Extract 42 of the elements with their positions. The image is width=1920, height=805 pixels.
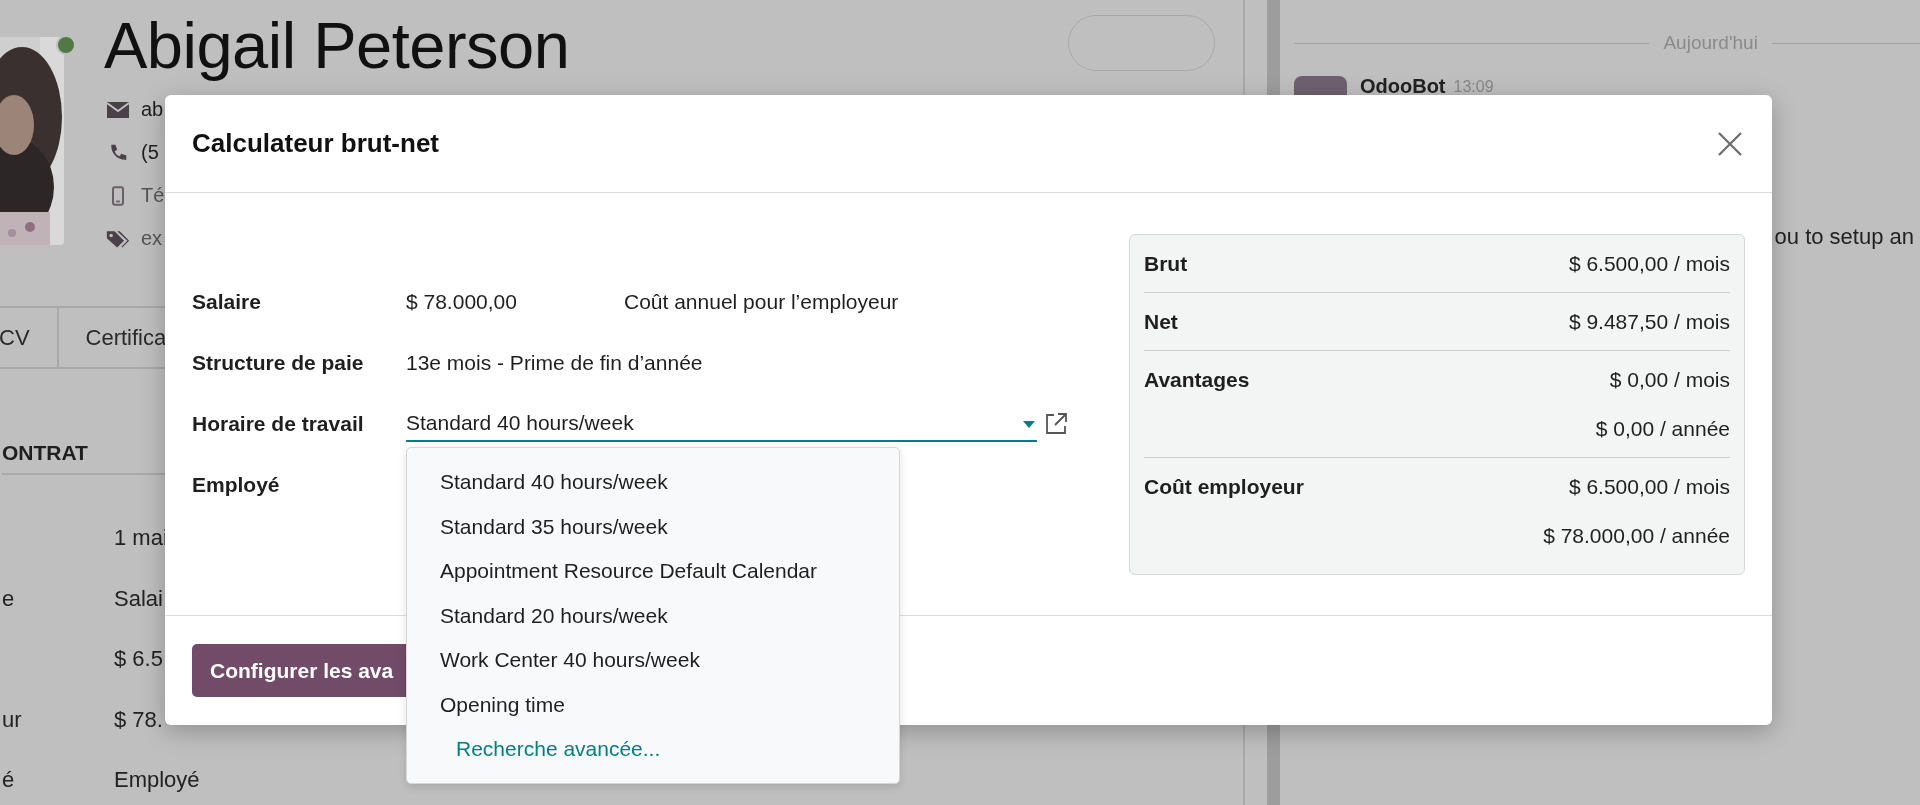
message-text: ou to setup an bbox=[1774, 224, 1914, 250]
summary-value: $ 6.500,00 / mois bbox=[1568, 251, 1730, 276]
field-label: e bbox=[2, 585, 15, 612]
summary-label: Coût employeur bbox=[1144, 474, 1304, 499]
summary-value: $ 6.500,00 / mois bbox=[1568, 474, 1730, 499]
summary-value: $ 0,00 / année bbox=[1595, 416, 1730, 441]
dropdown-option[interactable]: Standard 35 hours/week bbox=[407, 504, 899, 549]
contact-text: ex bbox=[141, 227, 163, 250]
field-note: Coût annuel pour l’employeur bbox=[624, 289, 899, 314]
contact-text: Té bbox=[141, 184, 165, 207]
summary-label: Avantages bbox=[1144, 367, 1250, 392]
dropdown-option[interactable]: Appointment Resource Default Calendar bbox=[407, 549, 899, 594]
dialog-title: Calculateur brut-net bbox=[192, 128, 440, 159]
schedule-select[interactable]: Standard 40 hours/week bbox=[406, 405, 1037, 442]
summary-value: $ 0,00 / mois bbox=[1609, 367, 1730, 392]
contact-text: ab bbox=[141, 98, 164, 121]
dropdown-option[interactable]: Standard 20 hours/week bbox=[407, 593, 899, 638]
mobile-phone-icon bbox=[111, 185, 125, 206]
field-value: 13e mois - Prime de fin d’année bbox=[406, 350, 703, 375]
field-label: ur bbox=[2, 706, 22, 733]
external-link-icon[interactable] bbox=[1044, 411, 1068, 436]
advanced-search-link[interactable]: Recherche avancée... bbox=[407, 727, 899, 772]
close-icon bbox=[1717, 130, 1743, 157]
tags-icon bbox=[106, 228, 130, 249]
contact-text: (5 bbox=[141, 141, 159, 164]
field-value: Employé bbox=[114, 767, 200, 794]
employee-name: Abigail Peterson bbox=[104, 8, 570, 84]
message-author: OdooBot bbox=[1360, 76, 1446, 96]
field-value: $ 6.5 bbox=[114, 646, 163, 673]
summary-value: $ 9.487,50 / mois bbox=[1568, 309, 1730, 334]
field-label: Employé bbox=[192, 472, 281, 497]
field-value: Salai bbox=[114, 585, 163, 612]
summary-value: $ 78.000,00 / année bbox=[1543, 523, 1730, 548]
tab[interactable]: CV bbox=[0, 308, 59, 367]
caret-icon bbox=[1023, 420, 1035, 428]
summary-label: Brut bbox=[1144, 251, 1188, 276]
field-label: é bbox=[2, 767, 15, 794]
field-value: $ 78.000,00 bbox=[406, 289, 518, 314]
field-value: $ 78. bbox=[114, 706, 163, 733]
field-label: Horaire de travail bbox=[192, 411, 365, 436]
summary-label: Net bbox=[1144, 309, 1178, 334]
envelope-icon bbox=[106, 99, 130, 120]
